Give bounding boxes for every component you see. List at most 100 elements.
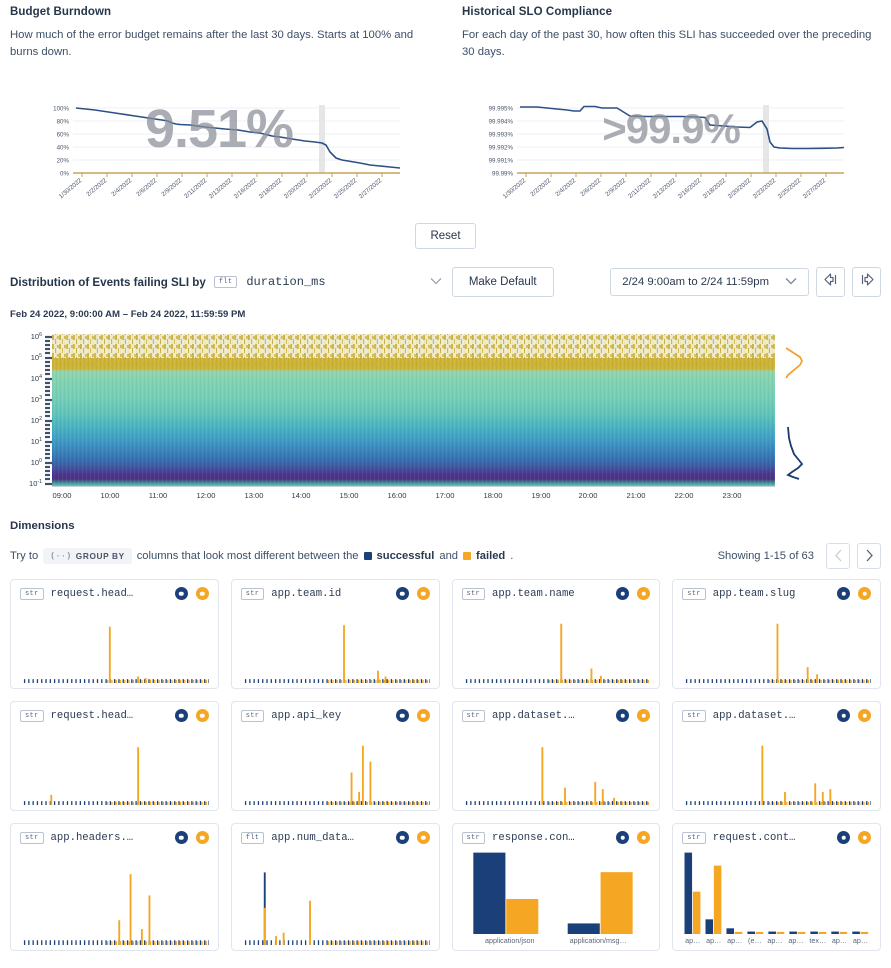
dimension-card[interactable]: flt app.num_data… <box>230 823 440 951</box>
svg-text:104: 104 <box>31 374 42 383</box>
card-legend-donuts <box>395 831 430 844</box>
svg-text:22:00: 22:00 <box>674 491 693 500</box>
svg-text:2/18/2022: 2/18/2022 <box>702 177 728 200</box>
card-chart <box>20 725 212 805</box>
column-type-badge: flt <box>213 276 238 288</box>
dimension-card[interactable]: str app.api_key <box>230 701 440 811</box>
svg-text:16:00: 16:00 <box>387 491 406 500</box>
svg-text:100%: 100% <box>53 106 69 113</box>
time-range-selector[interactable]: 2/24 9:00am to 2/24 11:59pm <box>610 268 809 296</box>
chevron-down-icon <box>430 276 442 288</box>
card-header: str app.dataset.… <box>682 709 871 722</box>
previous-page-button[interactable] <box>826 543 850 569</box>
card-distribution-chart <box>465 623 653 683</box>
card-header: str app.team.id <box>240 587 430 600</box>
make-default-button[interactable]: Make Default <box>451 267 554 297</box>
card-chart <box>241 603 432 683</box>
dimension-card[interactable]: str request.cont… ap… ap… ap… (e… ap… ap… tex… ap… <box>672 823 881 951</box>
dimension-card[interactable]: str app.team.id <box>230 579 440 689</box>
svg-text:10-1: 10-1 <box>29 479 42 488</box>
svg-text:13:00: 13:00 <box>244 491 263 500</box>
card-chart <box>682 847 871 934</box>
card-header: str app.team.name <box>461 587 651 600</box>
column-selector[interactable]: flt duration_ms <box>213 275 442 289</box>
svg-text:2/9/2022: 2/9/2022 <box>604 177 627 198</box>
arrow-right-bar-icon <box>859 272 875 292</box>
svg-text:2/27/2022: 2/27/2022 <box>358 177 384 200</box>
dimension-card[interactable]: str app.dataset.… <box>451 701 661 811</box>
successful-donut-icon <box>837 587 850 600</box>
svg-text:15:00: 15:00 <box>339 491 358 500</box>
reset-button[interactable]: Reset <box>415 223 476 249</box>
card-type-badge: str <box>682 831 706 844</box>
svg-text:2/16/2022: 2/16/2022 <box>233 177 259 200</box>
card-legend-donuts <box>837 587 871 600</box>
group-by-chip[interactable]: (··) GROUP BY <box>43 548 132 564</box>
dimensions-pagination: Showing 1-15 of 63 <box>718 543 881 569</box>
duration-heatmap[interactable]: 106 105 104 103 102 101 100 10-1 09:00 1… <box>0 326 891 506</box>
shift-range-forward-button[interactable] <box>852 267 881 297</box>
card-chart <box>462 603 653 683</box>
dimensions-title: Dimensions <box>10 520 75 532</box>
historical-slo-compliance-panel: Historical SLO Compliance For each day o… <box>462 6 880 217</box>
svg-text:2/23/2022: 2/23/2022 <box>752 177 778 200</box>
dimensions-hint: Try to (··) GROUP BY columns that look m… <box>10 548 513 564</box>
svg-text:10:00: 10:00 <box>100 491 119 500</box>
dimension-card[interactable]: str app.team.name <box>451 579 661 689</box>
failed-marginal-curve <box>785 347 803 379</box>
failed-legend-swatch <box>463 552 472 560</box>
dimension-card[interactable]: str app.headers.… <box>10 823 219 951</box>
next-page-button[interactable] <box>857 543 881 569</box>
dimension-card[interactable]: str app.dataset.… <box>672 701 881 811</box>
svg-text:2/6/2022: 2/6/2022 <box>135 177 158 198</box>
card-column-name: app.dataset.… <box>492 709 575 722</box>
successful-legend-label: successful <box>376 550 435 562</box>
failed-donut-icon <box>637 831 651 844</box>
card-x-label: ap… <box>685 936 701 945</box>
card-distribution-chart <box>686 623 874 683</box>
card-type-badge: str <box>20 587 44 600</box>
failed-donut-icon <box>416 709 430 722</box>
dimension-card[interactable]: str response.con… application/json applicat… <box>451 823 661 951</box>
svg-text:2/4/2022: 2/4/2022 <box>110 177 133 198</box>
card-type-badge: str <box>682 587 706 600</box>
successful-donut-icon <box>395 831 409 844</box>
svg-text:99.994%: 99.994% <box>489 119 514 126</box>
dimension-card[interactable]: str request.head… <box>10 579 219 689</box>
failed-donut-icon <box>858 709 871 722</box>
card-x-label: ap… <box>727 936 743 945</box>
svg-text:106: 106 <box>31 332 42 341</box>
svg-text:99.995%: 99.995% <box>489 106 514 113</box>
budget-burndown-svg: 100% 80% 60% 40% 20% 0% 1/30/2022 2/2/20… <box>53 105 401 200</box>
dimension-card[interactable]: str app.team.slug <box>672 579 881 689</box>
budget-burndown-title: Budget Burndown <box>10 6 112 18</box>
reset-row: Reset <box>0 223 891 249</box>
svg-text:17:00: 17:00 <box>435 491 454 500</box>
dimension-cards-grid: str request.head… str app.team.id str app.tea… <box>0 569 891 951</box>
arrow-left-bar-icon <box>823 272 839 292</box>
card-chart <box>20 847 212 945</box>
svg-text:14:00: 14:00 <box>291 491 310 500</box>
failed-donut-icon <box>416 831 430 844</box>
card-legend-donuts <box>395 709 430 722</box>
historical-slo-chart: >99.9% 99.995% 99.994% 99.993% 99.992% 9… <box>462 97 880 217</box>
slo-summary-panels: Budget Burndown How much of the error bu… <box>0 0 891 217</box>
svg-text:40%: 40% <box>57 145 70 152</box>
successful-donut-icon <box>174 709 188 722</box>
svg-text:2/9/2022: 2/9/2022 <box>160 177 183 198</box>
card-x-label: (e… <box>748 936 762 945</box>
card-column-name: app.dataset.… <box>712 709 796 722</box>
card-distribution-chart <box>465 747 653 805</box>
card-column-name: request.cont… <box>712 831 796 844</box>
shift-range-back-button[interactable] <box>816 267 845 297</box>
card-header: str request.cont… <box>682 831 871 844</box>
card-legend-donuts <box>395 587 430 600</box>
distribution-label: Distribution of Events failing SLI by <box>10 275 206 289</box>
svg-text:2/11/2022: 2/11/2022 <box>183 177 209 200</box>
duration-heatmap-svg[interactable]: 106 105 104 103 102 101 100 10-1 09:00 1… <box>10 326 881 501</box>
dimension-card[interactable]: str request.head… <box>10 701 219 811</box>
failed-donut-icon <box>195 831 209 844</box>
successful-donut-icon <box>616 709 630 722</box>
failed-donut-icon <box>416 587 430 600</box>
svg-text:1/30/2022: 1/30/2022 <box>502 177 528 200</box>
